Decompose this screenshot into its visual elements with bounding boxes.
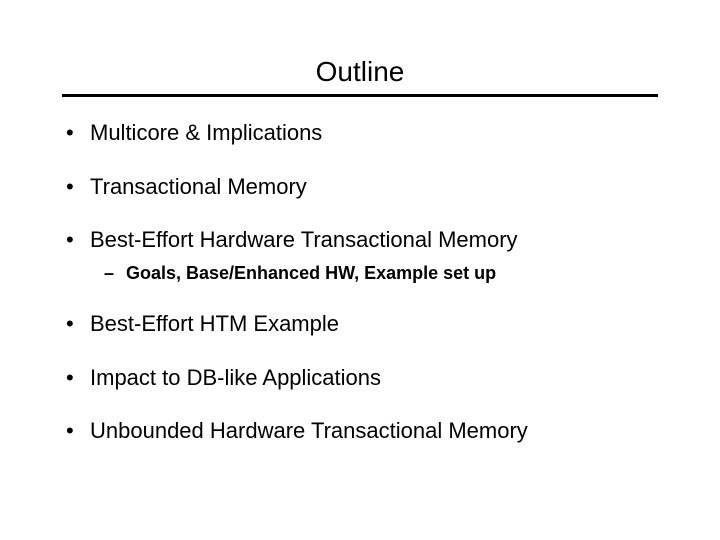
- slide-content: Multicore & Implications Transactional M…: [62, 119, 658, 445]
- list-item: Best-Effort HTM Example: [62, 310, 658, 338]
- list-item: Multicore & Implications: [62, 119, 658, 147]
- list-item: Transactional Memory: [62, 173, 658, 201]
- list-item: Impact to DB-like Applications: [62, 364, 658, 392]
- sub-bullet-text: Goals, Base/Enhanced HW, Example set up: [126, 263, 496, 283]
- sub-list: Goals, Base/Enhanced HW, Example set up: [90, 262, 658, 285]
- bullet-text: Multicore & Implications: [90, 120, 322, 145]
- bullet-text: Impact to DB-like Applications: [90, 365, 381, 390]
- slide-title: Outline: [0, 56, 720, 88]
- sub-list-item: Goals, Base/Enhanced HW, Example set up: [90, 262, 658, 285]
- bullet-text: Unbounded Hardware Transactional Memory: [90, 418, 528, 443]
- bullet-list: Multicore & Implications Transactional M…: [62, 119, 658, 445]
- bullet-text: Best-Effort Hardware Transactional Memor…: [90, 227, 518, 252]
- list-item: Unbounded Hardware Transactional Memory: [62, 417, 658, 445]
- bullet-text: Best-Effort HTM Example: [90, 311, 339, 336]
- slide: Outline Multicore & Implications Transac…: [0, 56, 720, 540]
- bullet-text: Transactional Memory: [90, 174, 307, 199]
- list-item: Best-Effort Hardware Transactional Memor…: [62, 226, 658, 284]
- title-rule: [62, 94, 658, 97]
